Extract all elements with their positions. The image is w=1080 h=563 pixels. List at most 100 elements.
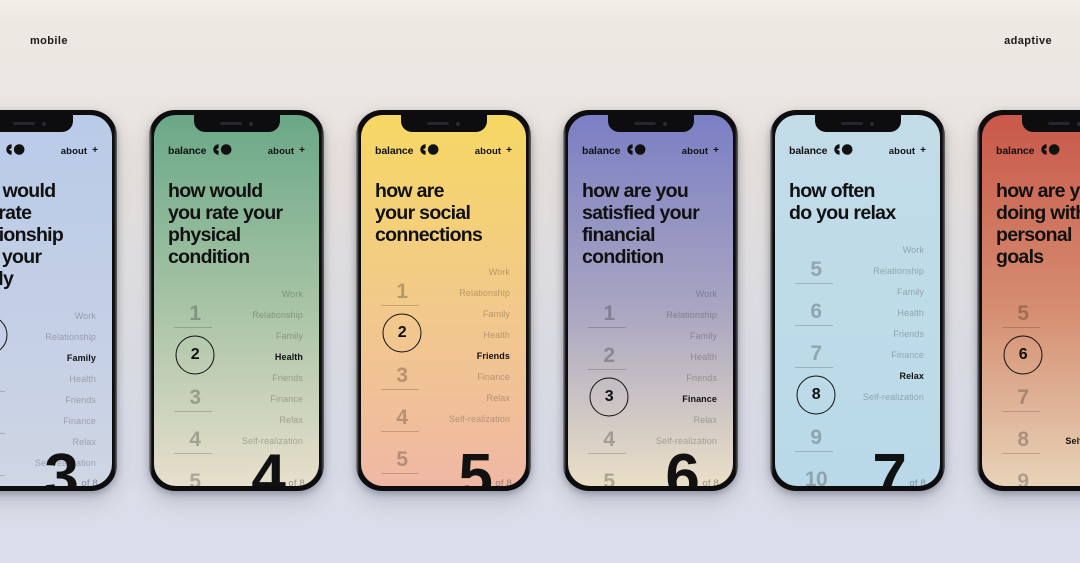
- rating-option[interactable]: 5: [586, 460, 632, 486]
- category-item[interactable]: Relax: [279, 410, 303, 431]
- category-item-active[interactable]: Finance: [682, 389, 717, 410]
- brand-name[interactable]: balance: [168, 145, 207, 157]
- rating-option[interactable]: 4: [172, 418, 218, 460]
- rating-scale[interactable]: 5 6 7 8 9 10: [793, 248, 839, 486]
- rating-option[interactable]: 9: [1000, 460, 1046, 486]
- rating-option[interactable]: 1: [379, 270, 425, 312]
- rating-option[interactable]: 5: [0, 482, 11, 486]
- rating-option[interactable]: 8: [1000, 418, 1046, 460]
- category-item[interactable]: Family: [690, 326, 717, 347]
- rating-option[interactable]: 5: [1000, 292, 1046, 334]
- rating-option[interactable]: 6: [793, 290, 839, 332]
- rating-option[interactable]: 5: [379, 438, 425, 480]
- rating-option[interactable]: 3: [0, 398, 11, 440]
- category-item[interactable]: Self-realization: [863, 387, 924, 408]
- category-item-active[interactable]: Self-realization: [1065, 431, 1080, 452]
- category-item[interactable]: Relationship: [459, 283, 510, 304]
- rating-option[interactable]: 2: [0, 356, 11, 398]
- category-item-active[interactable]: Relax: [899, 366, 924, 387]
- category-item[interactable]: Relax: [486, 388, 510, 409]
- category-item[interactable]: Relationship: [252, 305, 303, 326]
- about-link[interactable]: about: [475, 146, 501, 157]
- category-list[interactable]: WorkRelationshipFamilyHealthFriendsFinan…: [656, 284, 717, 452]
- category-list[interactable]: WorkRelationshipFamilyHealthFriendsFinan…: [1065, 284, 1080, 452]
- category-item[interactable]: Relationship: [873, 261, 924, 282]
- rating-option[interactable]: 3: [172, 376, 218, 418]
- category-item[interactable]: Work: [489, 262, 510, 283]
- rating-option[interactable]: 2: [586, 334, 632, 376]
- category-item-active[interactable]: Friends: [477, 346, 510, 367]
- category-item[interactable]: Work: [696, 284, 717, 305]
- category-list[interactable]: WorkRelationshipFamilyHealthFriendsFinan…: [242, 284, 303, 452]
- category-list[interactable]: WorkRelationshipFamilyHealthFriendsFinan…: [863, 240, 924, 408]
- plus-icon[interactable]: +: [713, 146, 719, 156]
- category-item[interactable]: Finance: [270, 389, 303, 410]
- category-item-active[interactable]: Family: [67, 348, 96, 369]
- rating-scale[interactable]: 12345: [0, 314, 11, 486]
- device-notch: [0, 115, 73, 132]
- rating-option[interactable]: 1: [586, 292, 632, 334]
- rating-option[interactable]: 5: [172, 460, 218, 486]
- category-item[interactable]: Work: [903, 240, 924, 261]
- rating-option[interactable]: 7: [1000, 376, 1046, 418]
- category-item[interactable]: Health: [69, 369, 96, 390]
- rating-value: 7: [1017, 385, 1029, 409]
- category-item[interactable]: Self-realization: [449, 409, 510, 430]
- rating-option[interactable]: 10: [793, 458, 839, 486]
- rating-option[interactable]: 9: [793, 416, 839, 458]
- category-item[interactable]: Relationship: [666, 305, 717, 326]
- category-item[interactable]: Health: [483, 325, 510, 346]
- rating-option[interactable]: 4: [379, 396, 425, 438]
- rating-option-selected[interactable]: 8: [793, 374, 839, 416]
- category-item[interactable]: Work: [282, 284, 303, 305]
- rating-option[interactable]: 3: [379, 354, 425, 396]
- rating-scale[interactable]: 1 2345: [586, 292, 632, 486]
- brand-name[interactable]: balance: [375, 145, 414, 157]
- rating-option-selected[interactable]: 2: [379, 312, 425, 354]
- rating-option[interactable]: 5: [793, 248, 839, 290]
- phone-mockup-3: balance about + how are your social connect…: [356, 110, 531, 491]
- category-item[interactable]: Family: [276, 326, 303, 347]
- category-item[interactable]: Finance: [891, 345, 924, 366]
- category-item[interactable]: Friends: [686, 368, 717, 389]
- category-item[interactable]: Family: [897, 282, 924, 303]
- rating-option-selected[interactable]: 3: [586, 376, 632, 418]
- category-item[interactable]: Relax: [72, 432, 96, 453]
- rating-option-selected[interactable]: 1: [0, 314, 11, 356]
- category-item[interactable]: Health: [897, 303, 924, 324]
- rating-option-selected[interactable]: 2: [172, 334, 218, 376]
- plus-icon[interactable]: +: [92, 146, 98, 156]
- category-item[interactable]: Family: [483, 304, 510, 325]
- category-list[interactable]: WorkRelationshipFamilyHealthFriendsFinan…: [449, 262, 510, 430]
- rating-option-selected[interactable]: 6: [1000, 334, 1046, 376]
- category-item[interactable]: Work: [75, 306, 96, 327]
- rating-scale[interactable]: 12345: [379, 270, 425, 480]
- rating-option[interactable]: 1: [172, 292, 218, 334]
- category-item[interactable]: Finance: [63, 411, 96, 432]
- plus-icon[interactable]: +: [506, 146, 512, 156]
- rating-scale[interactable]: 5 6 7 8 9: [1000, 292, 1046, 486]
- about-link[interactable]: about: [61, 146, 87, 157]
- about-link[interactable]: about: [889, 146, 915, 157]
- plus-icon[interactable]: +: [299, 146, 305, 156]
- category-item[interactable]: Health: [690, 347, 717, 368]
- rating-option[interactable]: 4: [0, 440, 11, 482]
- brand-name[interactable]: balance: [996, 145, 1035, 157]
- rating-value: 1: [603, 301, 615, 325]
- about-link[interactable]: about: [268, 146, 294, 157]
- rating-value: 6: [810, 299, 822, 323]
- rating-scale[interactable]: 12345: [172, 292, 218, 486]
- category-item[interactable]: Friends: [272, 368, 303, 389]
- rating-option[interactable]: 7: [793, 332, 839, 374]
- rating-option[interactable]: 4: [586, 418, 632, 460]
- category-item[interactable]: Friends: [893, 324, 924, 345]
- category-item-active[interactable]: Health: [275, 347, 303, 368]
- category-item[interactable]: Relationship: [45, 327, 96, 348]
- category-item[interactable]: Finance: [477, 367, 510, 388]
- category-item[interactable]: Relax: [693, 410, 717, 431]
- category-item[interactable]: Friends: [65, 390, 96, 411]
- brand-name[interactable]: balance: [582, 145, 621, 157]
- brand-name[interactable]: balance: [789, 145, 828, 157]
- about-link[interactable]: about: [682, 146, 708, 157]
- plus-icon[interactable]: +: [920, 146, 926, 156]
